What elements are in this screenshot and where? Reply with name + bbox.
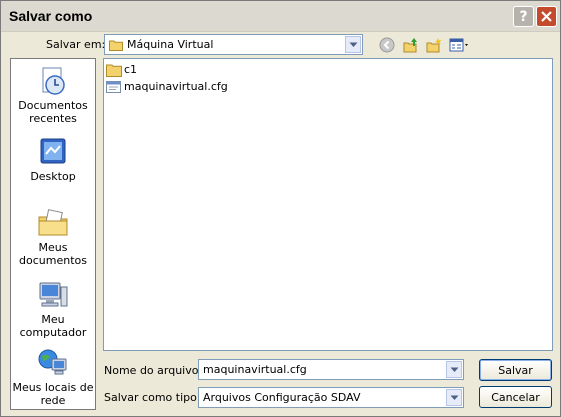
up-folder-button[interactable] (402, 36, 420, 54)
save-button[interactable]: Salvar (479, 359, 552, 381)
save-in-label: Salvar em: (46, 38, 106, 51)
chevron-down-icon[interactable] (446, 389, 462, 406)
chevron-down-icon[interactable] (446, 361, 462, 378)
folder-icon (106, 64, 122, 77)
recent-documents-icon (37, 65, 69, 97)
desktop-icon (37, 136, 69, 168)
new-folder-button[interactable] (425, 36, 443, 54)
chevron-down-icon[interactable] (345, 36, 361, 53)
cancel-button-label: Cancelar (491, 390, 540, 404)
file-name: maquinavirtual.cfg (124, 80, 228, 93)
dialog-title: Salvar como (9, 8, 93, 24)
filename-value[interactable]: maquinavirtual.cfg (203, 363, 307, 376)
cancel-button[interactable]: Cancelar (479, 386, 552, 408)
filename-label: Nome do arquivo: (104, 364, 203, 377)
place-label: Meus locais de rede (12, 381, 94, 407)
filename-field[interactable]: maquinavirtual.cfg (198, 359, 464, 380)
filetype-value: Arquivos Configuração SDAV (203, 391, 361, 404)
up-folder-icon (403, 38, 417, 53)
help-icon: ? (519, 8, 528, 25)
view-menu-icon (449, 38, 468, 52)
back-arrow-icon (379, 37, 395, 53)
view-menu-button[interactable] (449, 36, 471, 54)
my-computer-icon (37, 279, 69, 311)
place-label: Documentos recentes (18, 99, 88, 125)
place-my-computer[interactable]: Meu computador (11, 279, 95, 339)
place-label: Meus documentos (19, 241, 87, 267)
place-desktop[interactable]: Desktop (11, 136, 95, 183)
place-my-documents[interactable]: Meus documentos (11, 207, 95, 267)
filetype-dropdown[interactable]: Arquivos Configuração SDAV (198, 387, 464, 408)
file-name: c1 (124, 63, 138, 76)
help-button[interactable]: ? (513, 6, 534, 27)
back-button[interactable] (378, 36, 396, 54)
new-folder-icon (426, 38, 442, 53)
my-documents-icon (37, 207, 69, 239)
place-network-places[interactable]: Meus locais de rede (11, 347, 95, 407)
save-in-value: Máquina Virtual (127, 38, 214, 51)
save-in-dropdown[interactable]: Máquina Virtual (104, 34, 363, 55)
save-button-label: Salvar (498, 363, 533, 377)
save-as-dialog: Salvar como ? Salvar em: Máquina Virtual… (0, 0, 561, 417)
config-file-icon (106, 80, 121, 93)
folder-icon (109, 40, 123, 51)
place-label: Meu computador (19, 313, 87, 339)
close-button[interactable] (536, 6, 557, 27)
list-item-folder[interactable]: c1 (106, 62, 137, 77)
place-recent-documents[interactable]: Documentos recentes (11, 65, 95, 125)
filetype-label: Salvar como tipo: (104, 391, 201, 404)
place-label: Desktop (30, 170, 76, 183)
close-icon (541, 11, 552, 22)
network-places-icon (37, 347, 69, 379)
list-item-file[interactable]: maquinavirtual.cfg (106, 79, 228, 94)
file-list[interactable]: c1 maquinavirtual.cfg (103, 58, 553, 351)
places-bar: Documentos recentes Desktop Meus documen… (10, 58, 96, 410)
title-bar[interactable]: Salvar como ? (1, 1, 560, 32)
